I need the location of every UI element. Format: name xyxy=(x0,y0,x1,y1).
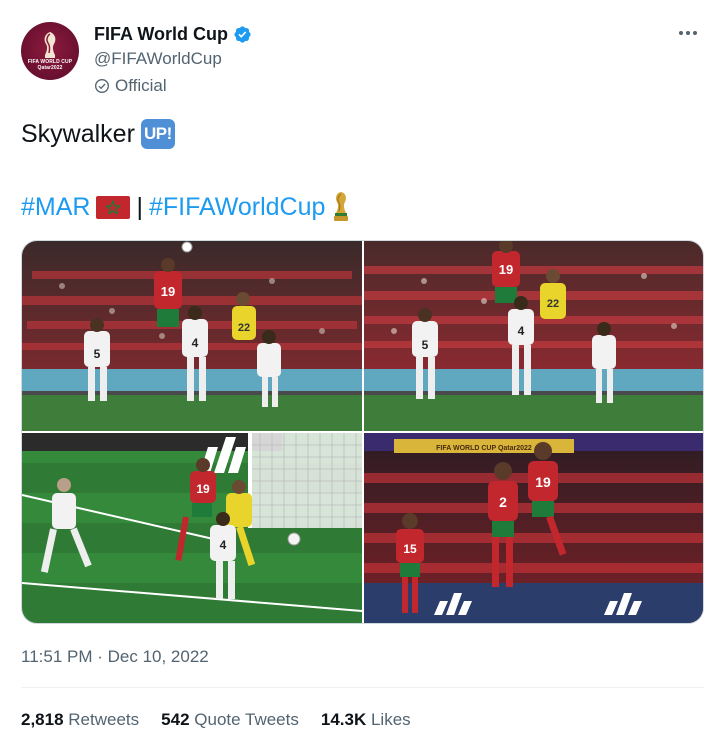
avatar[interactable]: FIFA WORLD CUP Qatar2022 xyxy=(21,22,79,80)
verified-badge-icon xyxy=(234,25,251,43)
jersey-number: 19 xyxy=(535,474,551,490)
official-check-icon xyxy=(95,79,109,93)
likes-stat[interactable]: 14.3K Likes xyxy=(321,708,411,732)
tweet-header: FIFA WORLD CUP Qatar2022 FIFA World Cup … xyxy=(21,20,711,100)
divider xyxy=(21,687,704,688)
media-grid: 19 22 5 4 19 22 5 4 19 4 FIFA WORLD CUP … xyxy=(21,240,704,624)
quotes-count: 542 xyxy=(161,710,190,729)
official-label: Official xyxy=(115,76,167,95)
up-emoji-icon: UP! xyxy=(140,119,175,149)
retweets-label: Retweets xyxy=(68,710,140,729)
tweet-timestamp[interactable]: 11:51 PM · Dec 10, 2022 xyxy=(21,645,209,669)
jersey-number: 5 xyxy=(422,338,429,352)
tweet-body: Skywalker xyxy=(21,120,135,148)
trophy-icon xyxy=(331,191,351,223)
ellipsis-icon xyxy=(679,31,697,35)
quotes-label: Quote Tweets xyxy=(194,710,299,729)
photo-2[interactable]: 19 22 5 4 xyxy=(364,241,703,431)
display-name-row[interactable]: FIFA World Cup xyxy=(94,22,252,46)
official-label-row: Official xyxy=(94,74,252,98)
photo-1-image: 19 22 5 4 xyxy=(22,241,362,431)
world-cup-logo-icon xyxy=(44,32,56,58)
photo-3-image: 19 4 xyxy=(22,433,362,623)
jersey-number: 19 xyxy=(499,262,513,277)
hashtag-fifaworldcup[interactable]: #FIFAWorldCup xyxy=(149,190,325,224)
stadium-banner-text: FIFA WORLD CUP Qatar2022 xyxy=(436,445,532,452)
likes-count: 14.3K xyxy=(320,710,367,729)
jersey-number: 15 xyxy=(403,542,417,556)
account-handle[interactable]: @FIFAWorldCup xyxy=(94,47,252,71)
photo-4[interactable]: FIFA WORLD CUP Qatar2022 2 19 15 xyxy=(364,433,703,623)
hashtag-line: #MAR | #FIFAWorldCup xyxy=(21,190,351,224)
hashtag-mar[interactable]: #MAR xyxy=(21,190,90,224)
likes-label: Likes xyxy=(370,710,411,729)
photo-2-image: 19 22 5 4 xyxy=(364,241,703,431)
separator: | xyxy=(136,193,143,221)
jersey-number: 4 xyxy=(192,336,199,350)
morocco-flag-icon xyxy=(96,195,131,219)
tweet-text: Skywalker UP! xyxy=(21,118,175,150)
photo-1[interactable]: 19 22 5 4 xyxy=(22,241,362,431)
photo-3[interactable]: 19 4 xyxy=(22,433,362,623)
retweets-stat[interactable]: 2,818 Retweets xyxy=(21,708,139,732)
jersey-number: 19 xyxy=(196,482,210,496)
quote-tweets-stat[interactable]: 542 Quote Tweets xyxy=(161,708,299,732)
star-icon xyxy=(106,200,121,214)
jersey-number: 4 xyxy=(220,538,227,552)
jersey-number: 19 xyxy=(161,284,175,299)
photo-4-image: FIFA WORLD CUP Qatar2022 2 19 15 xyxy=(364,433,703,623)
goal-net xyxy=(248,433,362,528)
jersey-number: 22 xyxy=(547,298,559,310)
retweets-count: 2,818 xyxy=(21,710,64,729)
jersey-number: 4 xyxy=(518,324,525,338)
avatar-text-2: Qatar2022 xyxy=(37,65,63,71)
more-options-button[interactable] xyxy=(675,22,701,44)
jersey-number: 2 xyxy=(499,494,507,510)
account-names: FIFA World Cup @FIFAWorldCup Official xyxy=(94,22,252,98)
jersey-number: 22 xyxy=(238,322,250,334)
jersey-number: 5 xyxy=(94,347,101,361)
tweet-stats: 2,818 Retweets 542 Quote Tweets 14.3K Li… xyxy=(21,708,411,732)
display-name[interactable]: FIFA World Cup xyxy=(94,22,228,46)
